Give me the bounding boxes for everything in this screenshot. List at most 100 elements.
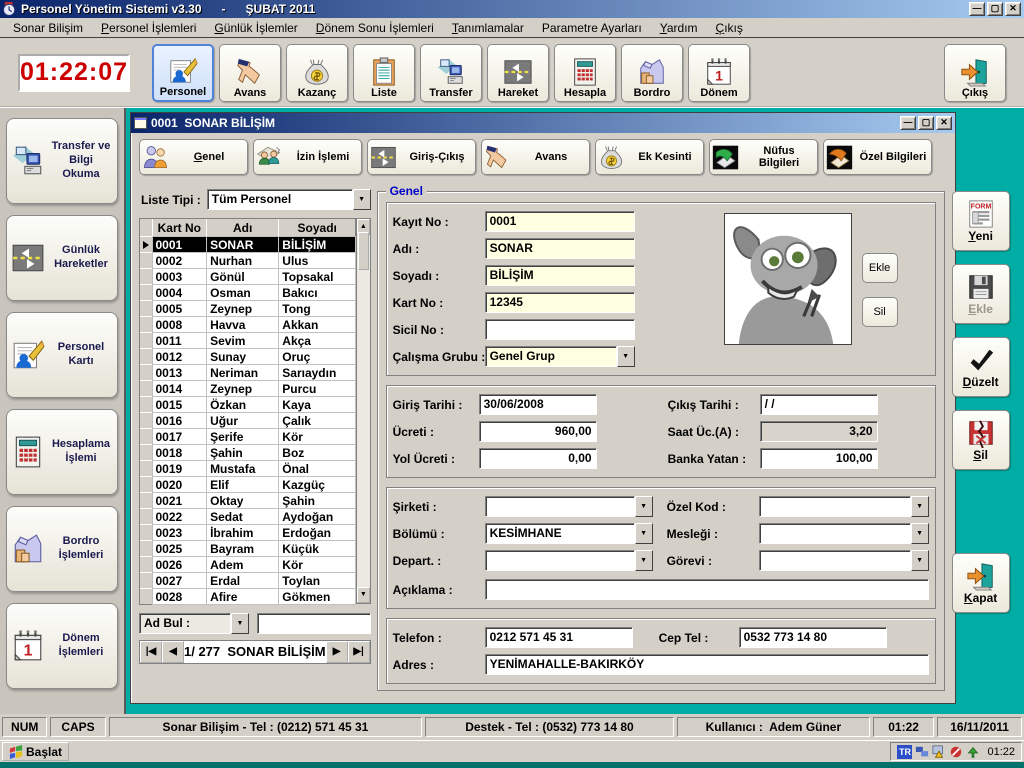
sidebar-item-bordro-islemleri[interactable]: Bordro İşlemleri <box>6 506 118 592</box>
photo-ekle-button[interactable]: Ekle <box>862 253 898 283</box>
table-row[interactable]: 0027 Erdal Toylan <box>140 573 356 589</box>
menu-personel-islemleri[interactable]: Personel İşlemleri <box>92 19 205 37</box>
table-row[interactable]: 0011 Sevim Akça <box>140 333 356 349</box>
sirketi-combobox[interactable]: ▼ <box>485 496 653 517</box>
chevron-down-icon[interactable]: ▼ <box>911 496 929 517</box>
tab-ek-kesinti[interactable]: Ek Kesinti <box>595 139 704 175</box>
toolbar-avans-button[interactable]: Avans <box>219 44 281 102</box>
table-row[interactable]: 0018 Şahin Boz <box>140 445 356 461</box>
chevron-down-icon[interactable]: ▼ <box>617 346 635 367</box>
table-row[interactable]: 0001 SONAR BİLİŞİM <box>140 237 356 253</box>
table-row[interactable]: 0004 Osman Bakıcı <box>140 285 356 301</box>
chevron-down-icon[interactable]: ▼ <box>635 550 653 571</box>
table-row[interactable]: 0025 Bayram Küçük <box>140 541 356 557</box>
table-row[interactable]: 0013 Neriman Sarıaydın <box>140 365 356 381</box>
table-row[interactable]: 0020 Elif Kazgüç <box>140 477 356 493</box>
tab-izin-islemi[interactable]: İzin İşlemi <box>253 139 362 175</box>
adres-field[interactable]: YENİMAHALLE-BAKIRKÖY <box>485 654 929 675</box>
banka-yatan-field[interactable]: 100,00 <box>760 448 878 469</box>
meslegi-combobox[interactable]: ▼ <box>759 523 929 544</box>
table-row[interactable]: 0012 Sunay Oruç <box>140 349 356 365</box>
update-tray-icon[interactable] <box>966 745 980 759</box>
calisma-grubu-combobox[interactable]: Genel Grup ▼ <box>485 346 635 367</box>
scroll-down-icon[interactable]: ▼ <box>357 587 369 603</box>
yeni-button[interactable]: Yeni <box>952 191 1010 251</box>
soyadi-field[interactable]: BİLİŞİM <box>485 265 635 286</box>
minimize-icon[interactable]: — <box>969 2 985 16</box>
menu-yardim[interactable]: Yardım <box>651 19 707 37</box>
table-row[interactable]: 0005 Zeynep Tong <box>140 301 356 317</box>
ekle-button[interactable]: Ekle <box>952 264 1010 324</box>
toolbar-donem-button[interactable]: Dönem <box>688 44 750 102</box>
next-record-icon[interactable]: ▶ <box>326 641 348 663</box>
column-header-soyadi[interactable]: Soyadı <box>279 219 356 237</box>
table-row[interactable]: 0028 Afire Gökmen <box>140 589 356 605</box>
toolbar-hareket-button[interactable]: Hareket <box>487 44 549 102</box>
menu-donem-sonu-islemleri[interactable]: Dönem Sonu İşlemleri <box>307 19 443 37</box>
minimize-icon[interactable]: — <box>900 116 916 130</box>
previous-record-icon[interactable]: ◀ <box>162 641 184 663</box>
first-record-icon[interactable]: |◀ <box>140 641 162 663</box>
telefon-field[interactable]: 0212 571 45 31 <box>485 627 633 648</box>
table-row[interactable]: 0026 Adem Kör <box>140 557 356 573</box>
menu-cikis[interactable]: Çıkış <box>707 19 752 37</box>
depart-combobox[interactable]: ▼ <box>485 550 653 571</box>
scrollbar-thumb[interactable] <box>358 232 368 270</box>
menu-parametre-ayarlari[interactable]: Parametre Ayarları <box>533 19 651 37</box>
ucreti-field[interactable]: 960,00 <box>479 421 597 442</box>
photo-sil-button[interactable]: Sil <box>862 297 898 327</box>
table-row[interactable]: 0002 Nurhan Ulus <box>140 253 356 269</box>
aciklama-field[interactable] <box>485 579 929 600</box>
yol-ucreti-field[interactable]: 0,00 <box>479 448 597 469</box>
chevron-down-icon[interactable]: ▼ <box>911 550 929 571</box>
ad-bul-combobox[interactable]: Ad Bul : ▼ <box>139 613 249 634</box>
network-tray-icon[interactable] <box>915 745 929 759</box>
table-row[interactable]: 0019 Mustafa Önal <box>140 461 356 477</box>
chevron-down-icon[interactable]: ▼ <box>231 613 249 634</box>
menu-gunluk-islemler[interactable]: Günlük İşlemler <box>205 19 306 37</box>
close-icon[interactable]: ✕ <box>1005 2 1021 16</box>
table-row[interactable]: 0003 Gönül Topsakal <box>140 269 356 285</box>
menu-tanimlamalar[interactable]: Tanımlamalar <box>443 19 533 37</box>
table-row[interactable]: 0021 Oktay Şahin <box>140 493 356 509</box>
table-row[interactable]: 0008 Havva Akkan <box>140 317 356 333</box>
tab-genel[interactable]: Genel <box>139 139 248 175</box>
sidebar-item-hesaplama-islemi[interactable]: Hesaplama İşlemi <box>6 409 118 495</box>
table-row[interactable]: 0015 Özkan Kaya <box>140 397 356 413</box>
blocked-tray-icon[interactable] <box>949 745 963 759</box>
close-icon[interactable]: ✕ <box>936 116 952 130</box>
column-header-adi[interactable]: Adı <box>207 219 279 237</box>
duzelt-button[interactable]: Düzelt <box>952 337 1010 397</box>
table-scrollbar[interactable]: ▲ ▼ <box>356 218 370 604</box>
chevron-down-icon[interactable]: ▼ <box>353 189 371 210</box>
start-button[interactable]: Başlat <box>2 742 69 761</box>
toolbar-bordro-button[interactable]: Bordro <box>621 44 683 102</box>
toolbar-personel-button[interactable]: Personel <box>152 44 214 102</box>
warning-tray-icon[interactable] <box>932 745 946 759</box>
kayit-no-field[interactable]: 0001 <box>485 211 635 232</box>
toolbar-liste-button[interactable]: Liste <box>353 44 415 102</box>
sidebar-item-transfer-bilgi-okuma[interactable]: Transfer ve Bilgi Okuma <box>6 118 118 204</box>
ozel-kod-combobox[interactable]: ▼ <box>759 496 929 517</box>
sicil-no-field[interactable] <box>485 319 635 340</box>
table-row[interactable]: 0023 İbrahim Erdoğan <box>140 525 356 541</box>
column-header-kart-no[interactable]: Kart No <box>152 219 207 237</box>
kapat-button[interactable]: Kapat <box>952 553 1010 613</box>
table-row[interactable]: 0017 Şerife Kör <box>140 429 356 445</box>
toolbar-kazanc-button[interactable]: Kazanç <box>286 44 348 102</box>
maximize-icon[interactable]: ▢ <box>918 116 934 130</box>
tab-avans[interactable]: Avans <box>481 139 590 175</box>
chevron-down-icon[interactable]: ▼ <box>911 523 929 544</box>
toolbar-hesapla-button[interactable]: Hesapla <box>554 44 616 102</box>
giris-tarihi-field[interactable]: 30/06/2008 <box>479 394 597 415</box>
language-indicator[interactable]: TR <box>897 745 912 759</box>
last-record-icon[interactable]: ▶| <box>348 641 370 663</box>
table-row[interactable]: 0016 Uğur Çalık <box>140 413 356 429</box>
tab-giris-cikis[interactable]: Giriş-Çıkış <box>367 139 476 175</box>
tab-ozel-bilgileri[interactable]: Özel Bilgileri <box>823 139 932 175</box>
chevron-down-icon[interactable]: ▼ <box>635 496 653 517</box>
chevron-down-icon[interactable]: ▼ <box>635 523 653 544</box>
cikis-tarihi-field[interactable]: / / <box>760 394 878 415</box>
toolbar-transfer-button[interactable]: Transfer <box>420 44 482 102</box>
sidebar-item-personel-karti[interactable]: Personel Kartı <box>6 312 118 398</box>
